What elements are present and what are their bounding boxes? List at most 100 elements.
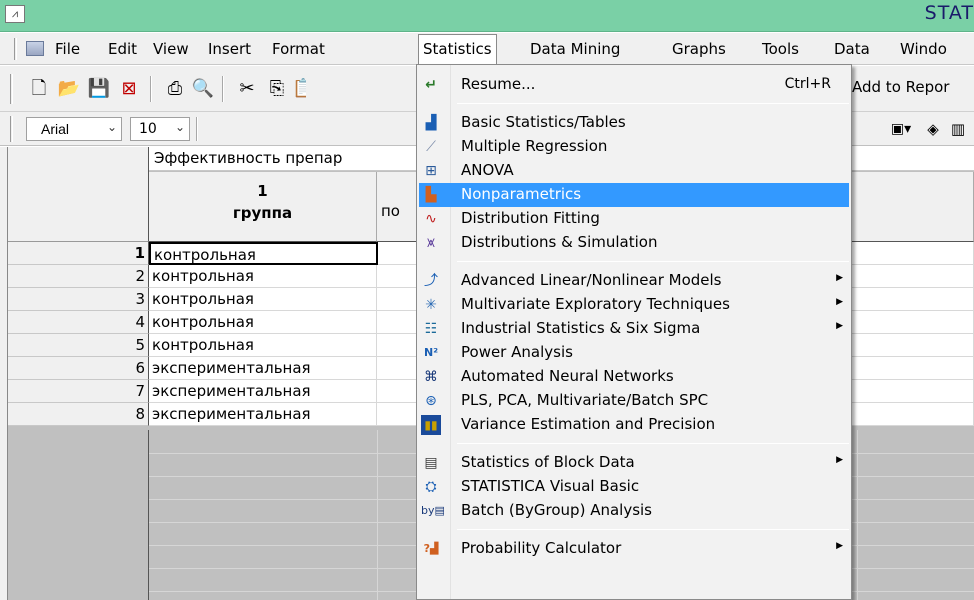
menu-data[interactable]: Data [834,40,870,58]
add-to-report-button[interactable]: Add to Repor [852,78,949,96]
menu-item-basic-statistics[interactable]: ▟ Basic Statistics/Tables [419,111,849,135]
menu-data-mining[interactable]: Data Mining [530,40,620,58]
advanced-models-icon: ⤴ [424,273,438,289]
table-cell[interactable]: экспериментальная [149,380,377,403]
menu-item-neural-networks[interactable]: ⌘ Automated Neural Networks [419,365,849,389]
menu-item-label: PLS, PCA, Multivariate/Batch SPC [461,391,709,409]
menu-tools[interactable]: Tools [762,40,799,58]
app-icon[interactable]: ⩘ [5,5,25,23]
grid-line [377,430,378,600]
row-header[interactable]: 3 [8,288,149,311]
chevron-down-icon[interactable]: ⌄ [107,120,117,134]
row-header[interactable]: 1 [8,242,149,265]
toolbar-separator [222,76,224,102]
table-cell[interactable]: экспериментальная [149,357,377,380]
menu-graphs[interactable]: Graphs [672,40,726,58]
menu-separator [457,443,849,444]
menu-item-visual-basic[interactable]: ⛭ STATISTICA Visual Basic [419,475,849,499]
column-header-1[interactable]: 1 группа [149,172,377,242]
table-cell[interactable]: контрольная [149,265,377,288]
cut-icon[interactable]: ✂ [234,76,260,102]
menu-item-anova[interactable]: ⊞ ANOVA [419,159,849,183]
menu-separator [457,103,849,104]
menu-item-probability-calculator[interactable]: ?▟ Probability Calculator ▶ [419,537,849,561]
table-cell[interactable]: контрольная [149,311,377,334]
document-icon[interactable] [26,41,44,56]
font-select[interactable]: Arial ⌄ [26,117,122,141]
sheet-left-border [0,147,8,600]
menu-view[interactable]: View [153,40,189,58]
new-file-icon[interactable]: 🗋 [26,76,52,102]
simulation-icon: ⩙ [427,235,435,251]
window-title: STAT [924,2,974,24]
row-header[interactable]: 8 [8,403,149,426]
menu-item-distributions-simulation[interactable]: ⩙ Distributions & Simulation [419,231,849,255]
menu-item-multivariate-exploratory[interactable]: ✳ Multivariate Exploratory Techniques ▶ [419,293,849,317]
toolbar-separator [196,117,198,141]
menu-edit[interactable]: Edit [108,40,137,58]
fill-color-icon[interactable]: ◈ [920,116,946,142]
submenu-arrow-icon: ▶ [836,297,843,307]
column-name: по [381,202,400,220]
menu-insert[interactable]: Insert [208,40,251,58]
menubar-grip[interactable] [14,38,17,60]
resume-arrow-icon: ↵ [425,77,437,93]
column-number: 1 [257,182,268,200]
basic-stats-icon: ▟ [425,115,437,131]
menu-format[interactable]: Format [272,40,325,58]
row-header[interactable]: 2 [8,265,149,288]
menu-item-label: Multiple Regression [461,137,608,155]
table-cell[interactable]: экспериментальная [149,403,377,426]
save-icon[interactable]: 💾 [86,76,112,102]
menu-item-pls-pca[interactable]: ⊛ PLS, PCA, Multivariate/Batch SPC [419,389,849,413]
menu-item-label: Resume... [461,75,536,93]
menu-item-label: Advanced Linear/Nonlinear Models [461,271,722,289]
table-cell[interactable]: контрольная [149,242,378,265]
menu-item-multiple-regression[interactable]: ⟋ Multiple Regression [419,135,849,159]
probability-calculator-icon: ?▟ [423,542,439,555]
table-cell[interactable]: контрольная [149,288,377,311]
pls-pca-icon: ⊛ [425,393,437,409]
menu-item-shortcut: Ctrl+R [784,76,831,92]
menu-item-label: Batch (ByGroup) Analysis [461,501,652,519]
menu-item-power-analysis[interactable]: N² Power Analysis [419,341,849,365]
row-header[interactable]: 4 [8,311,149,334]
chevron-down-icon[interactable]: ⌄ [175,120,185,134]
toolbar-grip[interactable] [10,116,13,142]
toolbar-separator [150,76,152,102]
menu-item-label: Variance Estimation and Precision [461,415,716,433]
print-icon[interactable]: ⎙ [162,76,188,102]
row-header[interactable]: 7 [8,380,149,403]
font-value: Arial [41,121,70,137]
menu-item-advanced-models[interactable]: ⤴ Advanced Linear/Nonlinear Models ▶ [419,269,849,293]
nonparametrics-icon: ▙ [425,187,437,203]
menu-item-industrial-statistics[interactable]: ☷ Industrial Statistics & Six Sigma ▶ [419,317,849,341]
submenu-arrow-icon: ▶ [836,541,843,551]
menu-item-distribution-fitting[interactable]: ∿ Distribution Fitting [419,207,849,231]
menu-item-nonparametrics[interactable]: ▙ Nonparametrics [419,183,849,207]
print-preview-icon[interactable]: 🔍 [190,76,216,102]
menu-file[interactable]: File [55,40,80,58]
table-cell[interactable]: контрольная [149,334,377,357]
menu-item-label: Nonparametrics [461,185,582,203]
power-analysis-icon: N² [423,346,439,359]
copy-icon[interactable]: ⎘ [264,76,290,102]
paste-icon[interactable]: 📋 [292,76,306,102]
open-folder-icon[interactable]: 📂 [56,76,82,102]
row-header[interactable]: 6 [8,357,149,380]
industrial-stats-icon: ☷ [424,321,438,337]
menu-statistics[interactable]: Statistics [418,34,497,64]
menu-item-variance-estimation[interactable]: ▮▮ Variance Estimation and Precision [419,413,849,437]
menu-window[interactable]: Windo [900,40,947,58]
row-header[interactable]: 5 [8,334,149,357]
sheet-corner[interactable] [8,147,149,242]
toolbar-grip[interactable] [10,74,13,104]
columns-icon[interactable]: ▥ [948,116,968,142]
menu-item-batch-analysis[interactable]: by▤ Batch (ByGroup) Analysis [419,499,849,523]
menu-item-block-data[interactable]: ▤ Statistics of Block Data ▶ [419,451,849,475]
border-style-icon[interactable]: ▣▾ [888,116,914,142]
menu-item-resume[interactable]: ↵ Resume... Ctrl+R [419,73,849,97]
block-data-icon: ▤ [424,455,438,471]
pdf-export-icon[interactable]: ⊠ [116,76,142,102]
font-size-select[interactable]: 10 ⌄ [130,117,190,141]
